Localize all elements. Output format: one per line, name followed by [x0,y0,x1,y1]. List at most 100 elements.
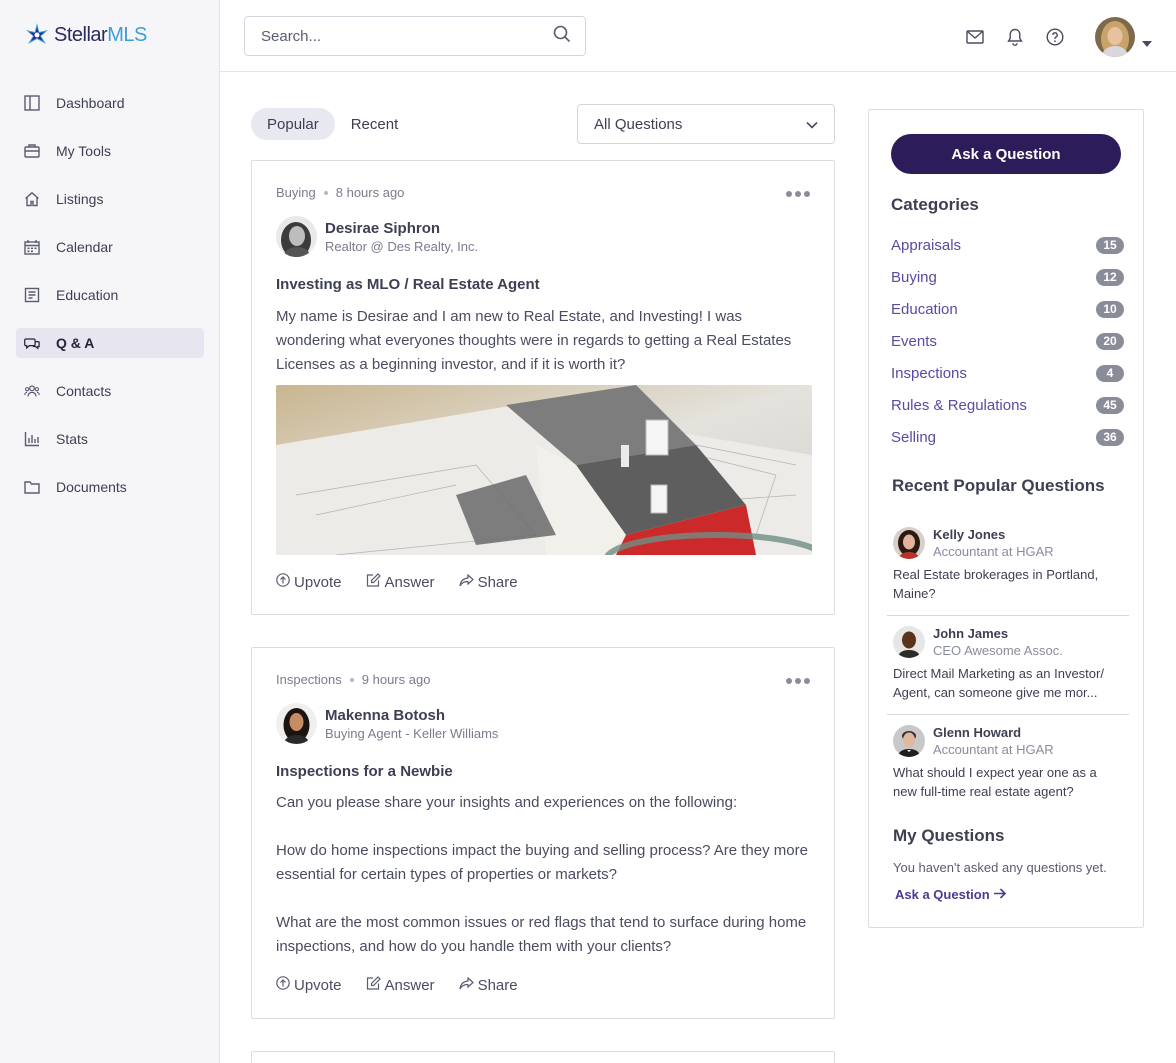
calendar-icon [24,239,40,255]
answer-button[interactable]: Answer [366,573,435,591]
author-name[interactable]: Makenna Botosh [325,707,498,724]
upvote-icon [276,573,290,591]
category-item[interactable]: Inspections 4 [891,357,1124,389]
category-item[interactable]: Appraisals 15 [891,229,1124,261]
bar-chart-icon [24,431,40,447]
question-filter-select[interactable]: All Questions [577,104,835,144]
list-item[interactable]: Glenn Howard Accountant at HGAR What sho… [887,715,1129,814]
sidebar-nav: Dashboard My Tools Listings Calendar Edu… [16,88,204,520]
share-button[interactable]: Share [458,573,518,591]
brand-logo[interactable]: StellarMLS [24,22,147,48]
sidebar-item-my-tools[interactable]: My Tools [16,136,204,166]
top-header [220,0,1176,72]
sidebar-item-label: Q & A [56,335,95,351]
search-box [244,16,586,56]
ask-question-button[interactable]: Ask a Question [891,134,1121,174]
count-badge: 10 [1096,300,1124,318]
sidebar-item-documents[interactable]: Documents [16,472,204,502]
count-badge: 20 [1096,332,1124,350]
upvote-button[interactable]: Upvote [276,976,342,994]
feed-tabs: Popular Recent [251,108,414,140]
asker-role: CEO Awesome Assoc. [933,643,1063,658]
sidebar-item-qa[interactable]: Q & A [16,328,204,358]
edit-icon [366,976,381,994]
upvote-button[interactable]: Upvote [276,573,342,591]
chevron-down-icon[interactable] [1142,34,1152,52]
sidebar-item-label: Listings [56,191,104,207]
category-list: Appraisals 15 Buying 12 Education 10 Events… [891,229,1124,453]
avatar [893,725,925,757]
sidebar-item-contacts[interactable]: Contacts [16,376,204,406]
recent-questions-heading: Recent Popular Questions [892,476,1105,495]
sidebar-item-education[interactable]: Education [16,280,204,310]
question-title[interactable]: Investing as MLO / Real Estate Agent [276,276,540,293]
sidebar-item-label: Dashboard [56,95,125,111]
house-model-image [276,385,812,555]
category-item[interactable]: Events 20 [891,325,1124,357]
folder-icon [24,479,40,495]
count-badge: 15 [1096,236,1124,254]
sidebar-item-label: Calendar [56,239,113,255]
answer-button[interactable]: Answer [366,976,435,994]
question-text: Direct Mail Marketing as an Investor/ Ag… [893,666,1104,700]
category-item[interactable]: Education 10 [891,293,1124,325]
post-meta: Buying 8 hours ago [276,185,404,200]
category-item[interactable]: Buying 12 [891,261,1124,293]
question-text: Real Estate brokerages in Portland, Main… [893,567,1099,601]
author-role: Realtor @ Des Realty, Inc. [325,238,479,254]
post-time: 8 hours ago [335,185,405,200]
tab-recent[interactable]: Recent [335,108,415,140]
count-badge: 4 [1096,364,1124,382]
sidebar-item-calendar[interactable]: Calendar [16,232,204,262]
my-questions-heading: My Questions [893,826,1005,845]
sidebar-item-listings[interactable]: Listings [16,184,204,214]
more-options-icon[interactable] [786,191,810,197]
toolbox-icon [24,143,40,159]
post-actions: Upvote Answer Share [276,573,518,591]
help-icon[interactable] [1046,28,1064,46]
avatar [893,527,925,559]
sidebar-item-label: My Tools [56,143,111,159]
sidebar-item-dashboard[interactable]: Dashboard [16,88,204,118]
question-body: Can you please share your insights and e… [276,794,808,955]
category-item[interactable]: Selling 36 [891,421,1124,453]
question-title[interactable]: Inspections for a Newbie [276,763,453,780]
avatar[interactable] [276,216,317,257]
mail-icon[interactable] [966,28,984,46]
search-icon[interactable] [553,25,571,48]
post-author: Desirae Siphron Realtor @ Des Realty, In… [276,216,478,257]
dashboard-icon [24,95,40,111]
sidebar-item-label: Stats [56,431,88,447]
search-input[interactable] [261,27,553,45]
asker-role: Accountant at HGAR [933,544,1054,559]
sidebar-item-label: Contacts [56,383,112,399]
ask-question-link[interactable]: Ask a Question [895,887,1007,902]
qa-side-panel: Ask a Question Categories Appraisals 15 B… [868,109,1144,928]
post-category[interactable]: Inspections [276,672,342,687]
upvote-icon [276,976,290,994]
user-avatar[interactable] [1095,17,1135,57]
share-button[interactable]: Share [458,976,518,994]
question-card: Buying 8 hours ago Desirae Siphron Realt… [251,160,835,615]
sidebar-item-stats[interactable]: Stats [16,424,204,454]
star-logo-icon [26,23,48,44]
category-item[interactable]: Rules & Regulations 45 [891,389,1124,421]
avatar [893,626,925,658]
asker-name: John James [933,626,1009,641]
bell-icon[interactable] [1006,28,1024,46]
more-options-icon[interactable] [786,678,810,684]
chevron-down-icon [806,116,818,133]
post-actions: Upvote Answer Share [276,976,518,994]
list-item[interactable]: John James CEO Awesome Assoc. Direct Mai… [887,616,1129,715]
post-category[interactable]: Buying [276,185,316,200]
separator-dot [323,190,328,195]
question-card [251,1051,835,1063]
list-item[interactable]: Kelly Jones Accountant at HGAR Real Esta… [887,517,1129,616]
author-name[interactable]: Desirae Siphron [325,220,478,237]
avatar[interactable] [276,703,317,744]
question-body: My name is Desirae and I am new to Real … [276,308,792,373]
sidebar-item-label: Education [56,287,119,303]
sidebar-item-label: Documents [56,479,127,495]
tab-popular[interactable]: Popular [251,108,335,140]
home-icon [24,191,40,207]
